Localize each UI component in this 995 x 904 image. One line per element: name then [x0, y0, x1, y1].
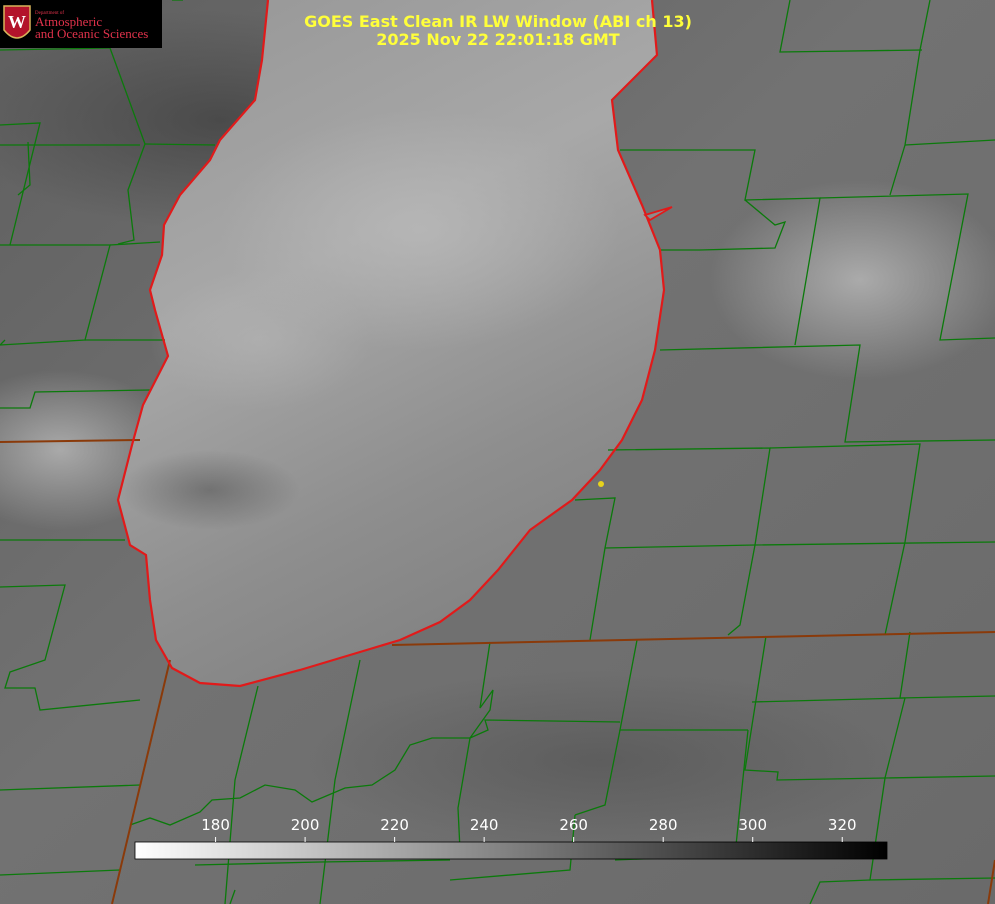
cloud-band [150, 270, 370, 410]
satellite-image: GOES East Clean IR LW Window (ABI ch 13)… [0, 0, 995, 904]
aos-logo: W Department of Atmospheric and Oceanic … [0, 0, 162, 48]
colorbar-gradient [134, 841, 888, 860]
colorbar-tick-label: 280 [649, 816, 678, 834]
satellite-viewer: GOES East Clean IR LW Window (ABI ch 13)… [0, 0, 995, 904]
crest-letter: W [8, 12, 26, 32]
logo-line2: and Oceanic Sciences [35, 26, 148, 41]
colorbar-tick-label: 300 [738, 816, 767, 834]
colorbar-tick-label: 180 [201, 816, 230, 834]
colorbar-tick-label: 260 [559, 816, 588, 834]
colorbar-tick-label: 220 [380, 816, 409, 834]
cloud-band [120, 450, 300, 530]
location-marker [598, 481, 604, 487]
colorbar-tick-label: 320 [828, 816, 857, 834]
map-title: GOES East Clean IR LW Window (ABI ch 13) [304, 12, 692, 31]
colorbar-tick-label: 240 [470, 816, 499, 834]
map-timestamp: 2025 Nov 22 22:01:18 GMT [376, 30, 620, 49]
colorbar-tick-label: 200 [291, 816, 320, 834]
